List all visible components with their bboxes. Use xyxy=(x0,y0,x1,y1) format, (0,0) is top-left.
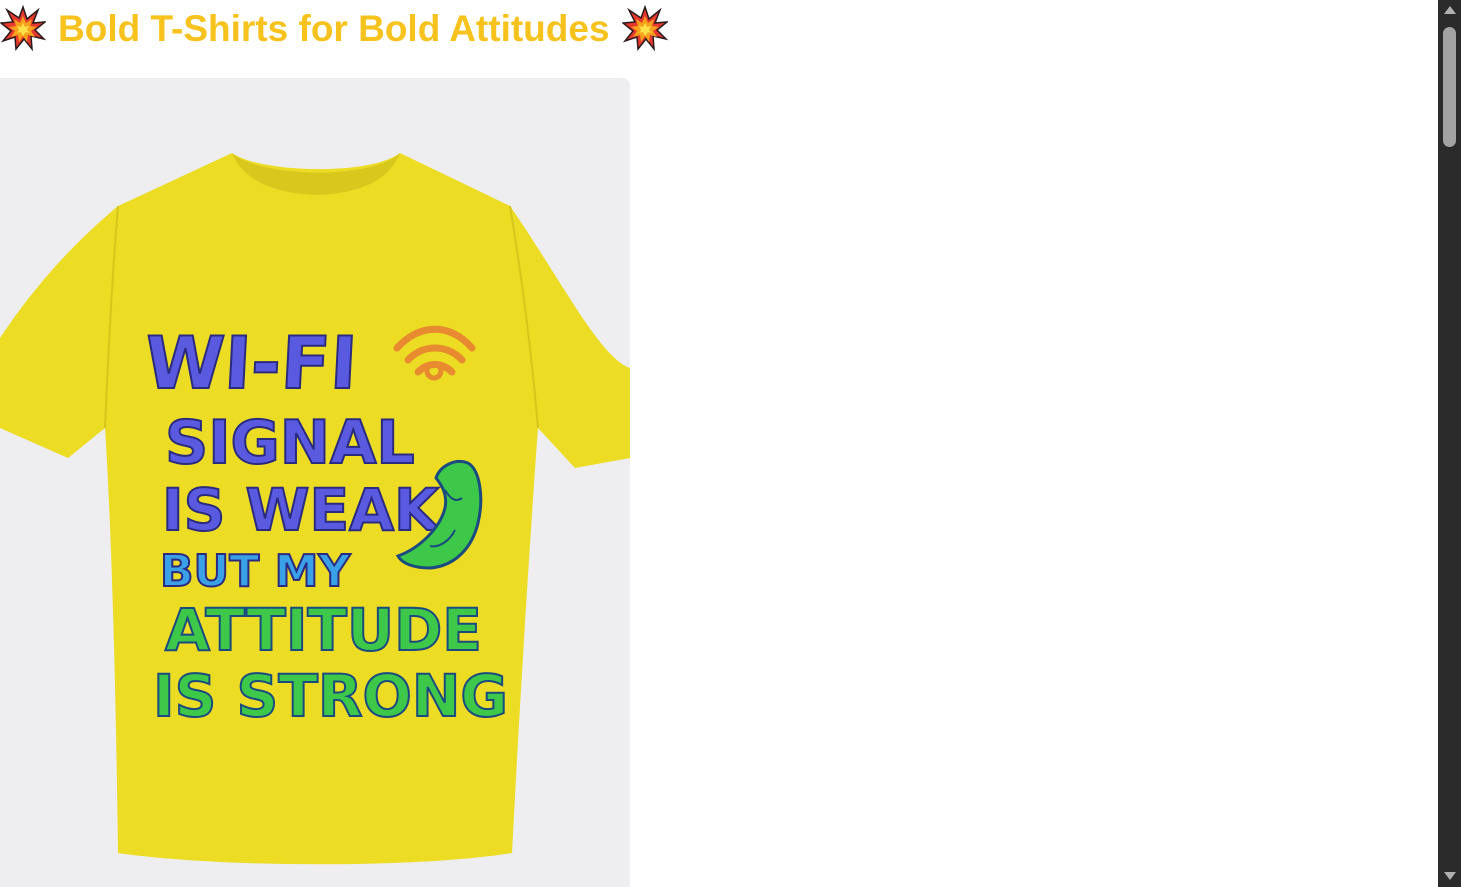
print-line-2: SIGNAL xyxy=(165,408,415,478)
product-image[interactable]: WI-FI SIGNAL IS WEAK BUT MY ATTITUDE IS … xyxy=(0,78,630,887)
chevron-down-icon[interactable] xyxy=(1438,866,1461,886)
page-viewport: Bold T-Shirts for Bold Attitudes WI-FI S… xyxy=(0,0,1438,887)
chevron-up-icon[interactable] xyxy=(1438,0,1461,20)
page-header: Bold T-Shirts for Bold Attitudes xyxy=(0,0,668,56)
collision-icon xyxy=(621,5,668,51)
print-line-5: ATTITUDE xyxy=(165,596,482,664)
print-line-4: BUT MY xyxy=(160,546,351,597)
scrollbar-thumb[interactable] xyxy=(1443,27,1456,147)
collision-icon xyxy=(0,5,46,51)
print-line-1: WI-FI xyxy=(143,321,359,405)
vertical-scrollbar[interactable] xyxy=(1438,0,1461,887)
product-card[interactable]: WI-FI SIGNAL IS WEAK BUT MY ATTITUDE IS … xyxy=(0,78,630,887)
page-title: Bold T-Shirts for Bold Attitudes xyxy=(58,7,610,49)
print-line-3: IS WEAK xyxy=(162,476,441,544)
print-line-6: IS STRONG xyxy=(153,662,508,730)
